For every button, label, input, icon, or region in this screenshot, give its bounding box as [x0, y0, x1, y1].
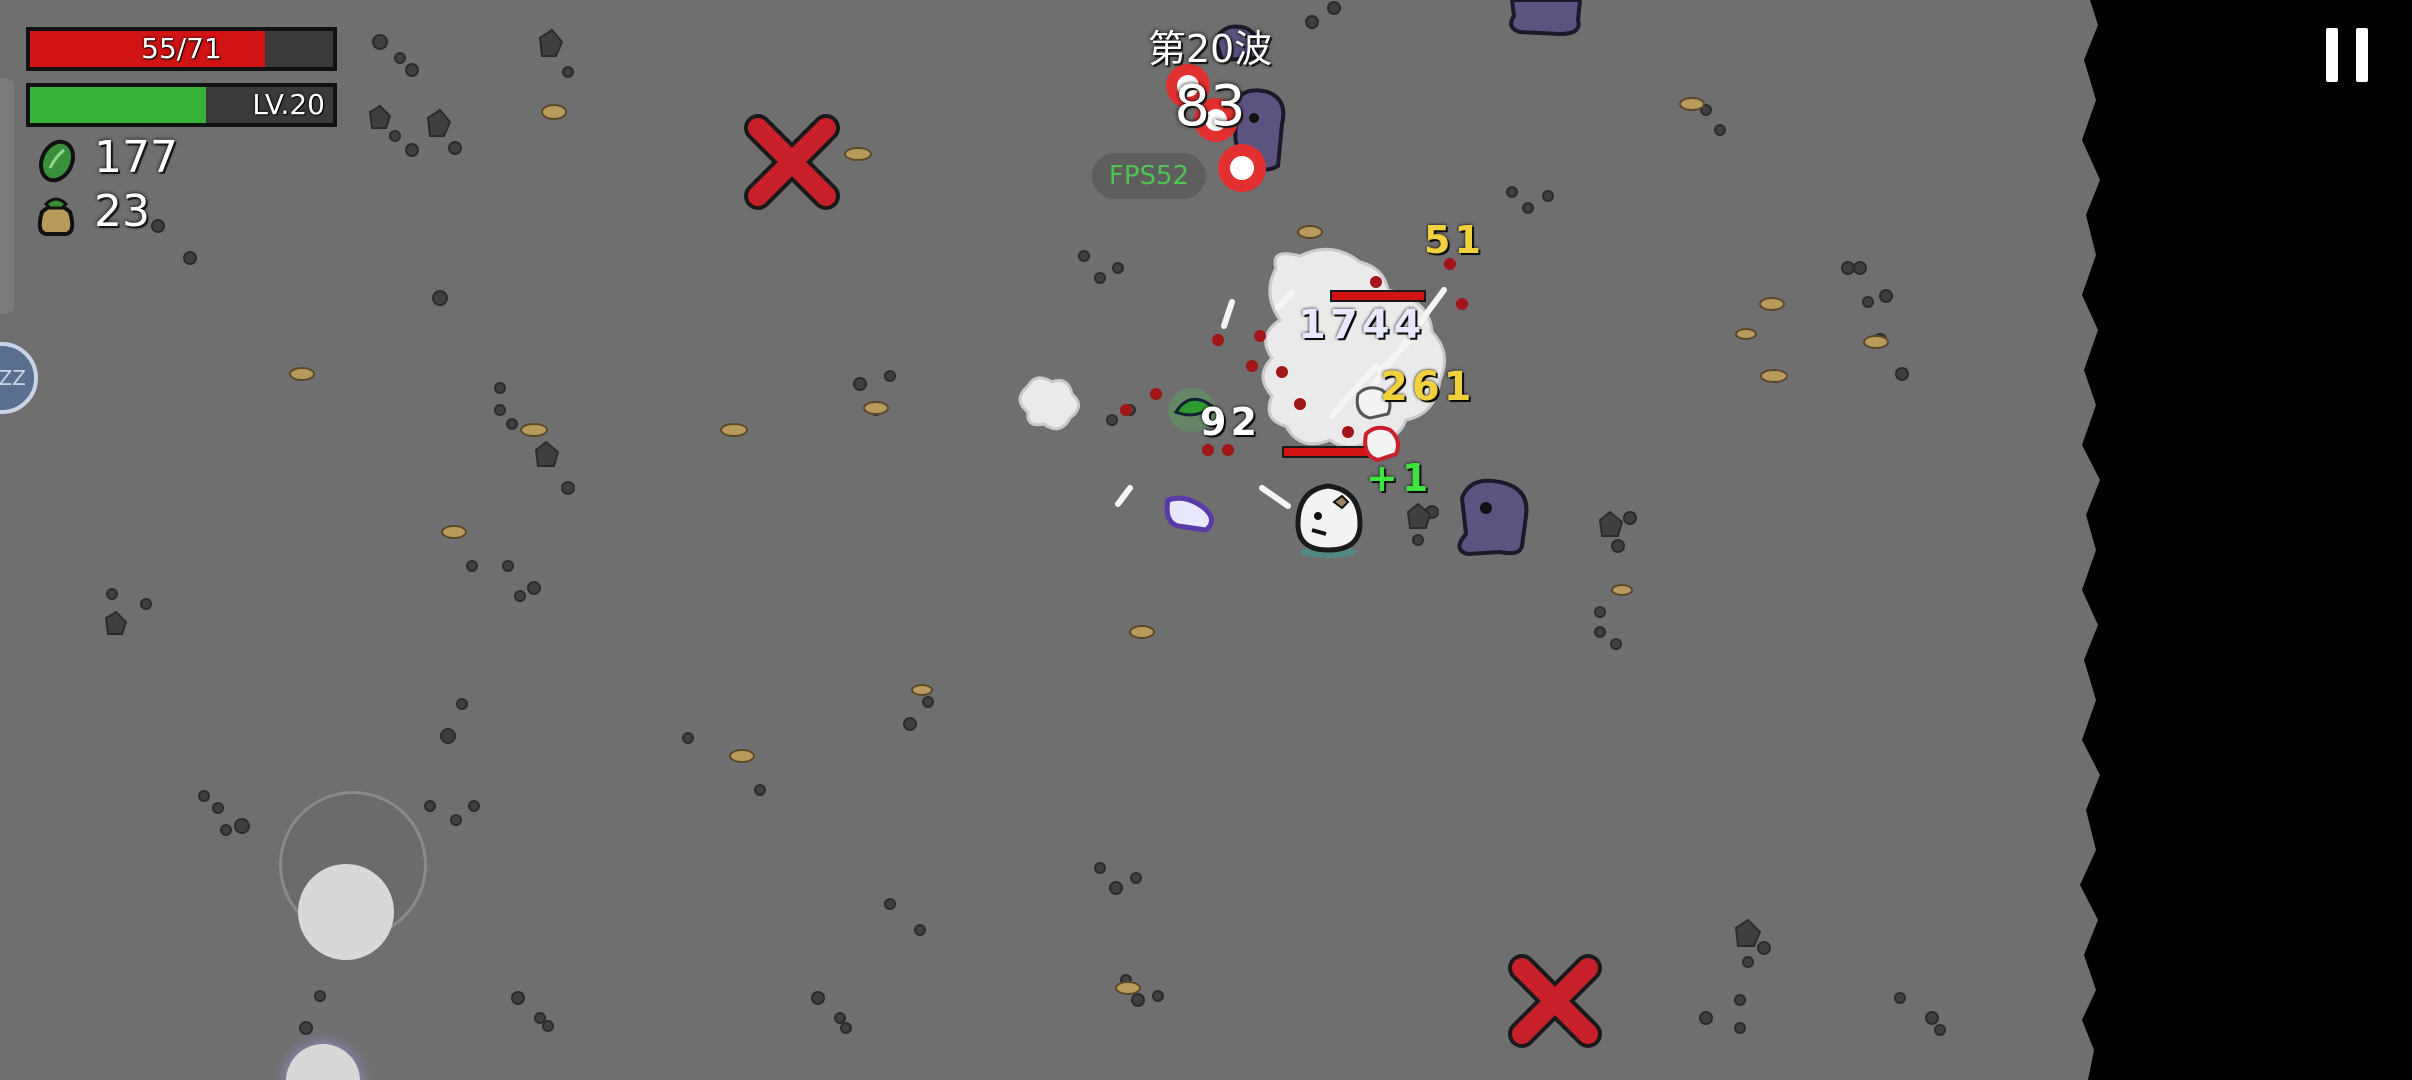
- fps-counter: FPS52: [1092, 153, 1206, 199]
- experience-bar-fill: [30, 87, 206, 123]
- enemy-spawn-marker: [744, 114, 840, 210]
- damage-number: 92: [1200, 400, 1261, 444]
- damage-number: 261: [1380, 364, 1476, 410]
- health-bar: 55/71: [26, 27, 337, 71]
- experience-bar: LV.20: [26, 83, 337, 127]
- materials-count: 177: [94, 132, 178, 183]
- enemy-spawn-marker: [1508, 954, 1602, 1048]
- pause-icon: [2326, 28, 2338, 82]
- side-drawer-handle[interactable]: [0, 78, 14, 314]
- weapon-fist: [1164, 495, 1214, 533]
- bag-count: 23: [94, 186, 150, 237]
- game-viewport[interactable]: 51 1744 261 92 +1 55/71 LV.20 177 23 第20…: [0, 0, 2412, 1080]
- damage-number: 1744: [1298, 302, 1426, 348]
- dirt-mounds: [289, 97, 1889, 995]
- map-boundary-void: [2080, 0, 2412, 1080]
- pause-button[interactable]: [2326, 28, 2372, 82]
- player-character: [1295, 483, 1363, 558]
- pause-icon: [2356, 28, 2368, 82]
- level-text: LV.20: [252, 88, 325, 121]
- health-text: 55/71: [141, 32, 222, 65]
- joystick-knob[interactable]: [298, 864, 394, 960]
- enemy-alien: [1457, 478, 1529, 557]
- enemy-health-bar: [1330, 290, 1426, 302]
- enemy-alien: [1509, 0, 1583, 37]
- materials-icon: [38, 139, 76, 183]
- damage-number: 51: [1424, 218, 1485, 262]
- money-bag-icon: [37, 197, 75, 236]
- wave-timer: 83: [1174, 74, 1246, 139]
- enemy-health-bar: [1282, 446, 1378, 458]
- heal-number: +1: [1366, 456, 1433, 500]
- wave-label: 第20波: [1147, 27, 1273, 71]
